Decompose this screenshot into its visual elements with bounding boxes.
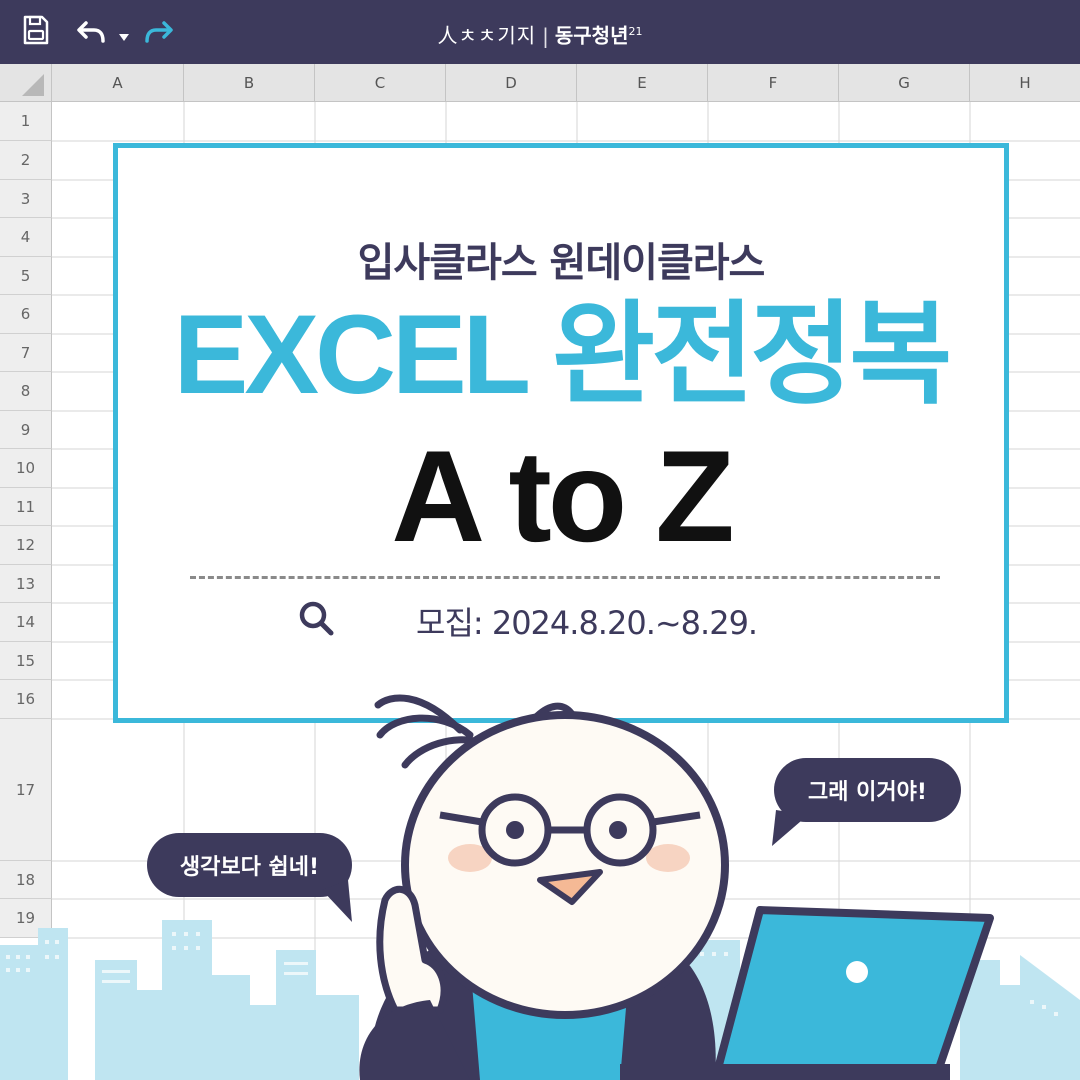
speech-bubble-tails — [322, 810, 808, 922]
speech-bubble-right-text: 그래 이거야! — [808, 780, 927, 805]
speech-bubble-right: 그래 이거야! — [774, 758, 961, 822]
